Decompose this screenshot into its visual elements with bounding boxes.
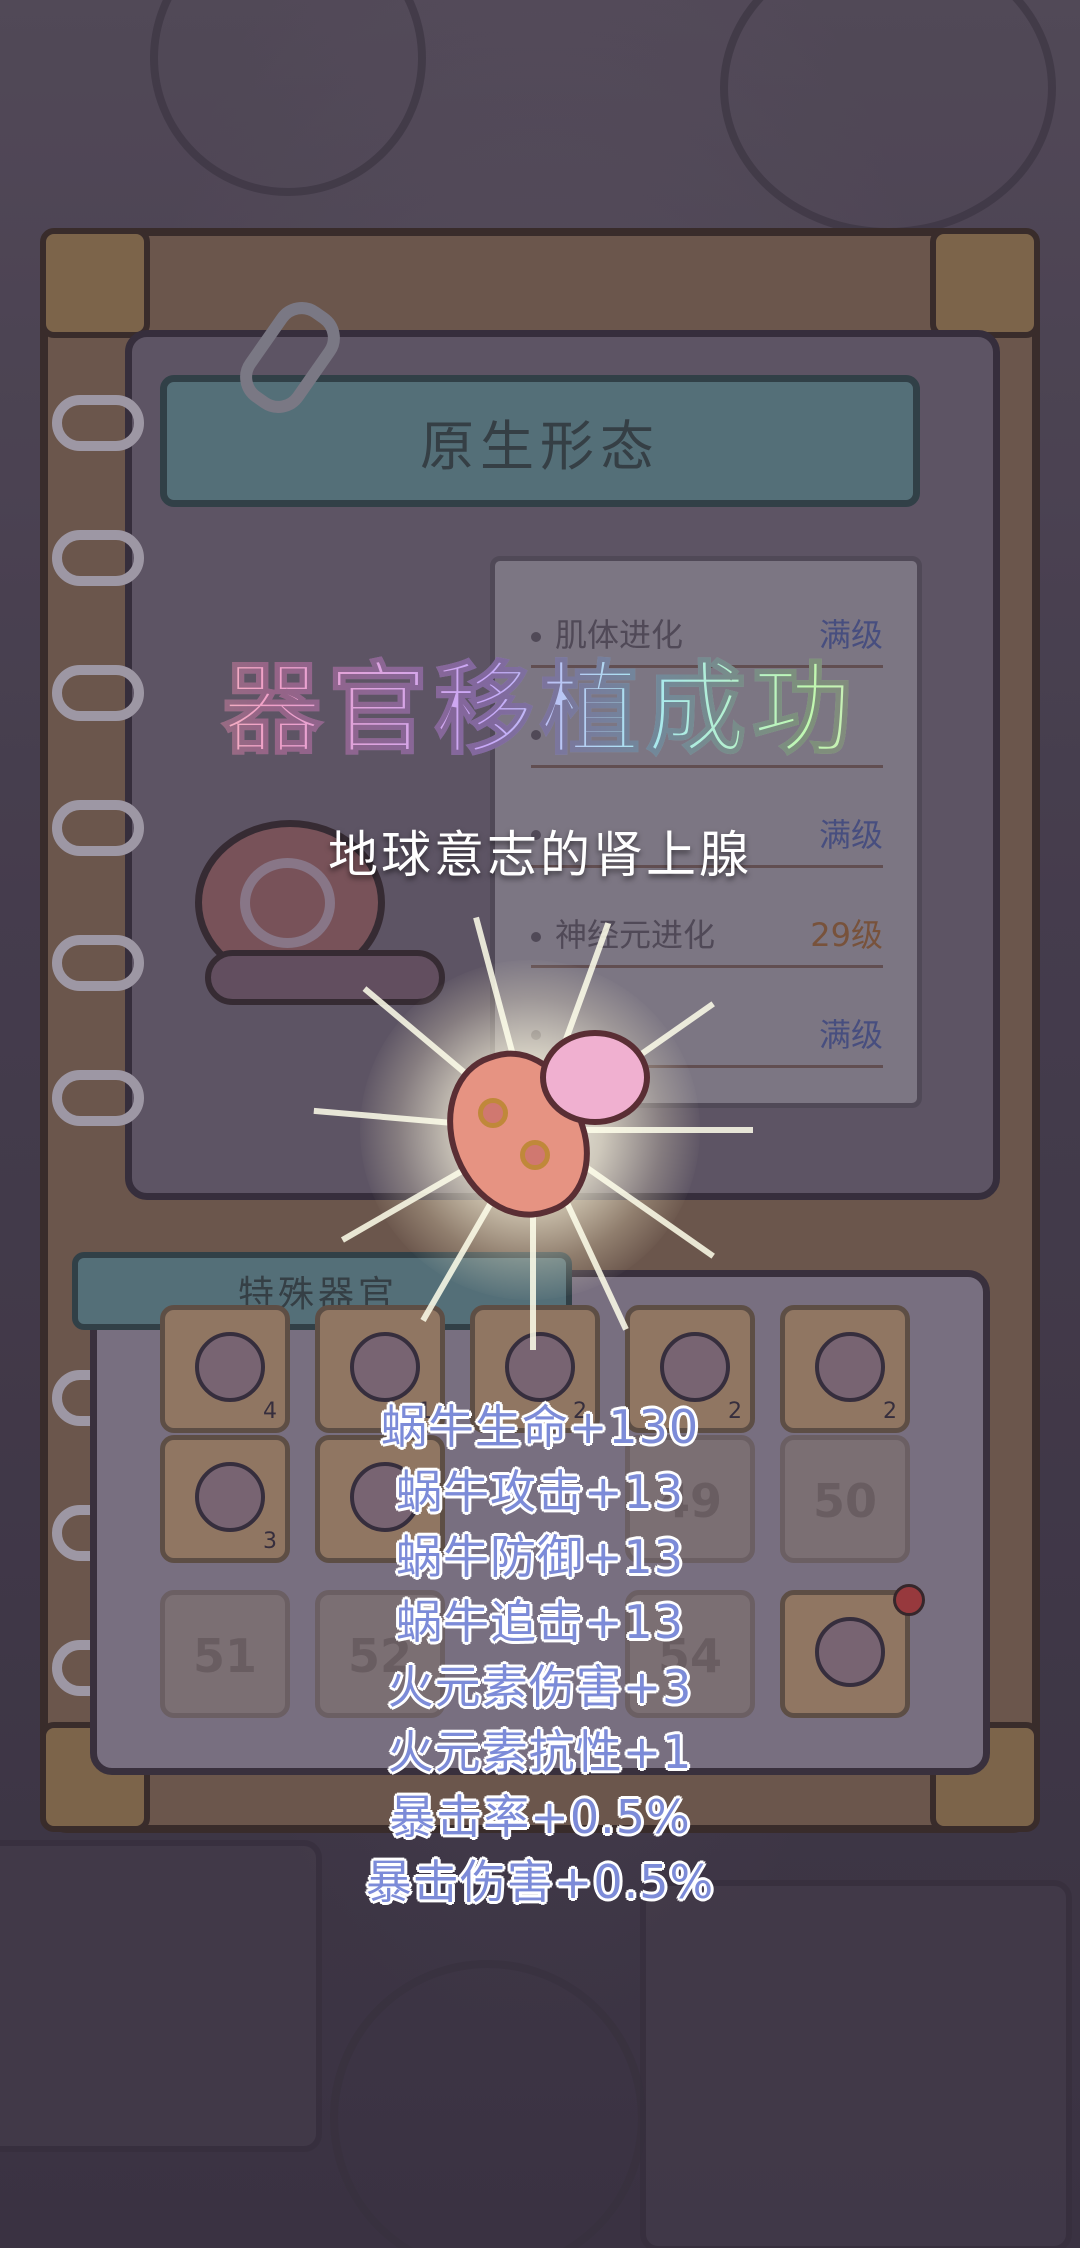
stat-gain: 蜗牛防御+13 bbox=[395, 1530, 685, 1584]
stat-gain: 火元素抗性+1 bbox=[387, 1725, 693, 1779]
stat-gain: 暴击伤害+0.5% bbox=[365, 1855, 715, 1909]
gland-cap bbox=[540, 1030, 650, 1125]
organ-name: 地球意志的肾上腺 bbox=[328, 826, 752, 884]
organ-spot bbox=[478, 1098, 508, 1128]
stat-gain: 蜗牛攻击+13 bbox=[395, 1465, 685, 1519]
stat-gain: 蜗牛生命+130 bbox=[380, 1400, 700, 1454]
game-screen: 原生形态 肌体进化 满级 满级 神经元进化 29级 满级 bbox=[0, 0, 1080, 2248]
organ-spot bbox=[520, 1140, 550, 1170]
stat-gains-list: 蜗牛生命+130 蜗牛攻击+13 蜗牛防御+13 蜗牛追击+13 火元素伤害+3… bbox=[0, 1395, 1080, 1915]
transplant-success-title: 器官移植成功 bbox=[0, 628, 1080, 773]
stat-gain: 蜗牛追击+13 bbox=[395, 1595, 685, 1649]
stat-gain: 火元素伤害+3 bbox=[387, 1660, 693, 1714]
stat-gain: 暴击率+0.5% bbox=[389, 1790, 691, 1844]
